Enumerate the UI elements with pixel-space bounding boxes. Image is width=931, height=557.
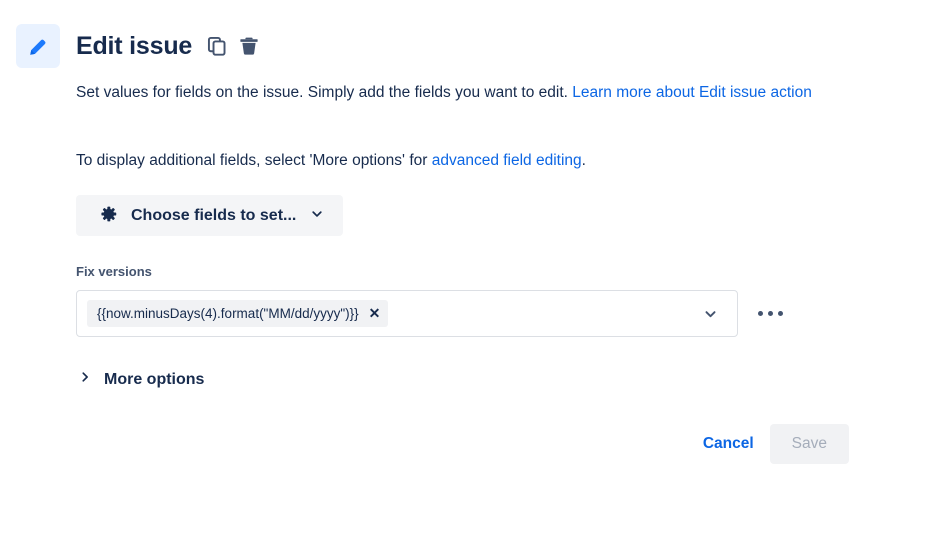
fix-versions-select[interactable]: {{now.minusDays(4).format("MM/dd/yyyy")}… bbox=[76, 290, 738, 337]
cancel-button[interactable]: Cancel bbox=[691, 425, 766, 463]
fix-versions-label: Fix versions bbox=[76, 264, 152, 279]
dot-1 bbox=[758, 311, 763, 316]
more-options-icon[interactable] bbox=[756, 305, 785, 322]
dot-3 bbox=[778, 311, 783, 316]
title-action-group bbox=[206, 35, 260, 57]
dot-2 bbox=[768, 311, 773, 316]
advanced-field-editing-link[interactable]: advanced field editing bbox=[432, 152, 582, 169]
chevron-right-icon bbox=[78, 370, 92, 389]
chevron-down-icon bbox=[309, 206, 325, 225]
trash-icon[interactable] bbox=[238, 35, 260, 57]
panel-header: Edit issue bbox=[16, 24, 260, 68]
learn-more-link[interactable]: Learn more about Edit issue action bbox=[572, 84, 812, 101]
more-options-label: More options bbox=[104, 370, 205, 388]
description-text-2-end: . bbox=[581, 152, 586, 169]
footer-actions: Cancel Save bbox=[691, 424, 849, 464]
chip-remove-icon[interactable]: ✕ bbox=[367, 304, 383, 323]
more-options-toggle[interactable]: More options bbox=[78, 370, 204, 389]
page-title: Edit issue bbox=[76, 31, 193, 60]
description-text-1: Set values for fields on the issue. Simp… bbox=[76, 84, 573, 101]
select-chevron-down-icon[interactable] bbox=[702, 305, 719, 322]
chip-value: {{now.minusDays(4).format("MM/dd/yyyy")}… bbox=[97, 306, 359, 321]
description-text-2: To display additional fields, select 'Mo… bbox=[76, 152, 432, 169]
fix-versions-chip: {{now.minusDays(4).format("MM/dd/yyyy")}… bbox=[87, 300, 389, 327]
choose-fields-label: Choose fields to set... bbox=[131, 206, 297, 224]
description-paragraph-2: To display additional fields, select 'Mo… bbox=[76, 148, 866, 174]
pencil-icon bbox=[16, 24, 60, 68]
duplicate-icon[interactable] bbox=[206, 35, 228, 57]
save-button[interactable]: Save bbox=[769, 424, 849, 464]
description-paragraph-1: Set values for fields on the issue. Simp… bbox=[76, 80, 866, 106]
edit-issue-panel: Edit issue Set values for fields on the … bbox=[0, 0, 931, 557]
gear-icon bbox=[98, 204, 118, 227]
fix-versions-field-row: {{now.minusDays(4).format("MM/dd/yyyy")}… bbox=[76, 290, 785, 337]
choose-fields-button[interactable]: Choose fields to set... bbox=[76, 195, 344, 236]
